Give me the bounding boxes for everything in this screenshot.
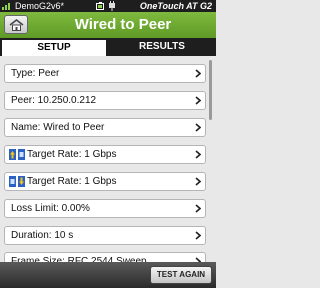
setting-type[interactable]: Type: Peer — [4, 64, 206, 83]
scrollbar[interactable] — [209, 60, 212, 120]
setting-label: Duration: 10 s — [11, 230, 74, 241]
download-rate-icon — [9, 176, 25, 187]
status-bar: DemoG2v6* OneTouch AT G2 — [0, 0, 216, 12]
chevron-right-icon — [195, 177, 201, 186]
battery-icon — [96, 2, 104, 10]
setting-label: Target Rate: 1 Gbps — [27, 149, 117, 160]
device-name: OneTouch AT G2 — [139, 1, 212, 11]
setting-label: Target Rate: 1 Gbps — [27, 176, 117, 187]
setting-frame-size[interactable]: Frame Size: RFC 2544 Sweep — [4, 252, 206, 262]
setting-label: Type: Peer — [11, 68, 60, 79]
network-indicator: DemoG2v6* — [2, 0, 64, 12]
wifi-icon — [2, 3, 10, 10]
home-icon — [9, 19, 24, 31]
setting-name[interactable]: Name: Wired to Peer — [4, 118, 206, 137]
chevron-right-icon — [195, 96, 201, 105]
chevron-right-icon — [195, 231, 201, 240]
chevron-right-icon — [195, 150, 201, 159]
power-plug-icon — [109, 1, 115, 11]
tab-results[interactable]: RESULTS — [108, 38, 216, 56]
chevron-right-icon — [195, 69, 201, 78]
setting-target-rate-down[interactable]: Target Rate: 1 Gbps — [4, 172, 206, 191]
setting-duration[interactable]: Duration: 10 s — [4, 226, 206, 245]
setting-peer[interactable]: Peer: 10.250.0.212 — [4, 91, 206, 110]
setting-loss-limit[interactable]: Loss Limit: 0.00% — [4, 199, 206, 218]
tab-bar: SETUP RESULTS — [0, 38, 216, 56]
page-title: Wired to Peer — [74, 16, 172, 33]
setting-label: Frame Size: RFC 2544 Sweep — [11, 256, 147, 262]
chevron-right-icon — [195, 204, 201, 213]
setting-label: Name: Wired to Peer — [11, 122, 105, 133]
network-name: DemoG2v6* — [15, 1, 65, 11]
chevron-right-icon — [195, 123, 201, 132]
setting-label: Loss Limit: 0.00% — [11, 203, 90, 214]
settings-list: Type: Peer Peer: 10.250.0.212 Name: Wire… — [0, 56, 216, 262]
home-button[interactable] — [4, 15, 28, 34]
title-bar: Wired to Peer — [0, 12, 216, 38]
bottom-bar: TEST AGAIN — [0, 262, 216, 288]
setting-label: Peer: 10.250.0.212 — [11, 95, 97, 106]
tab-setup[interactable]: SETUP — [2, 40, 106, 56]
test-again-button[interactable]: TEST AGAIN — [150, 266, 212, 284]
upload-rate-icon — [9, 149, 25, 160]
setting-target-rate-up[interactable]: Target Rate: 1 Gbps — [4, 145, 206, 164]
